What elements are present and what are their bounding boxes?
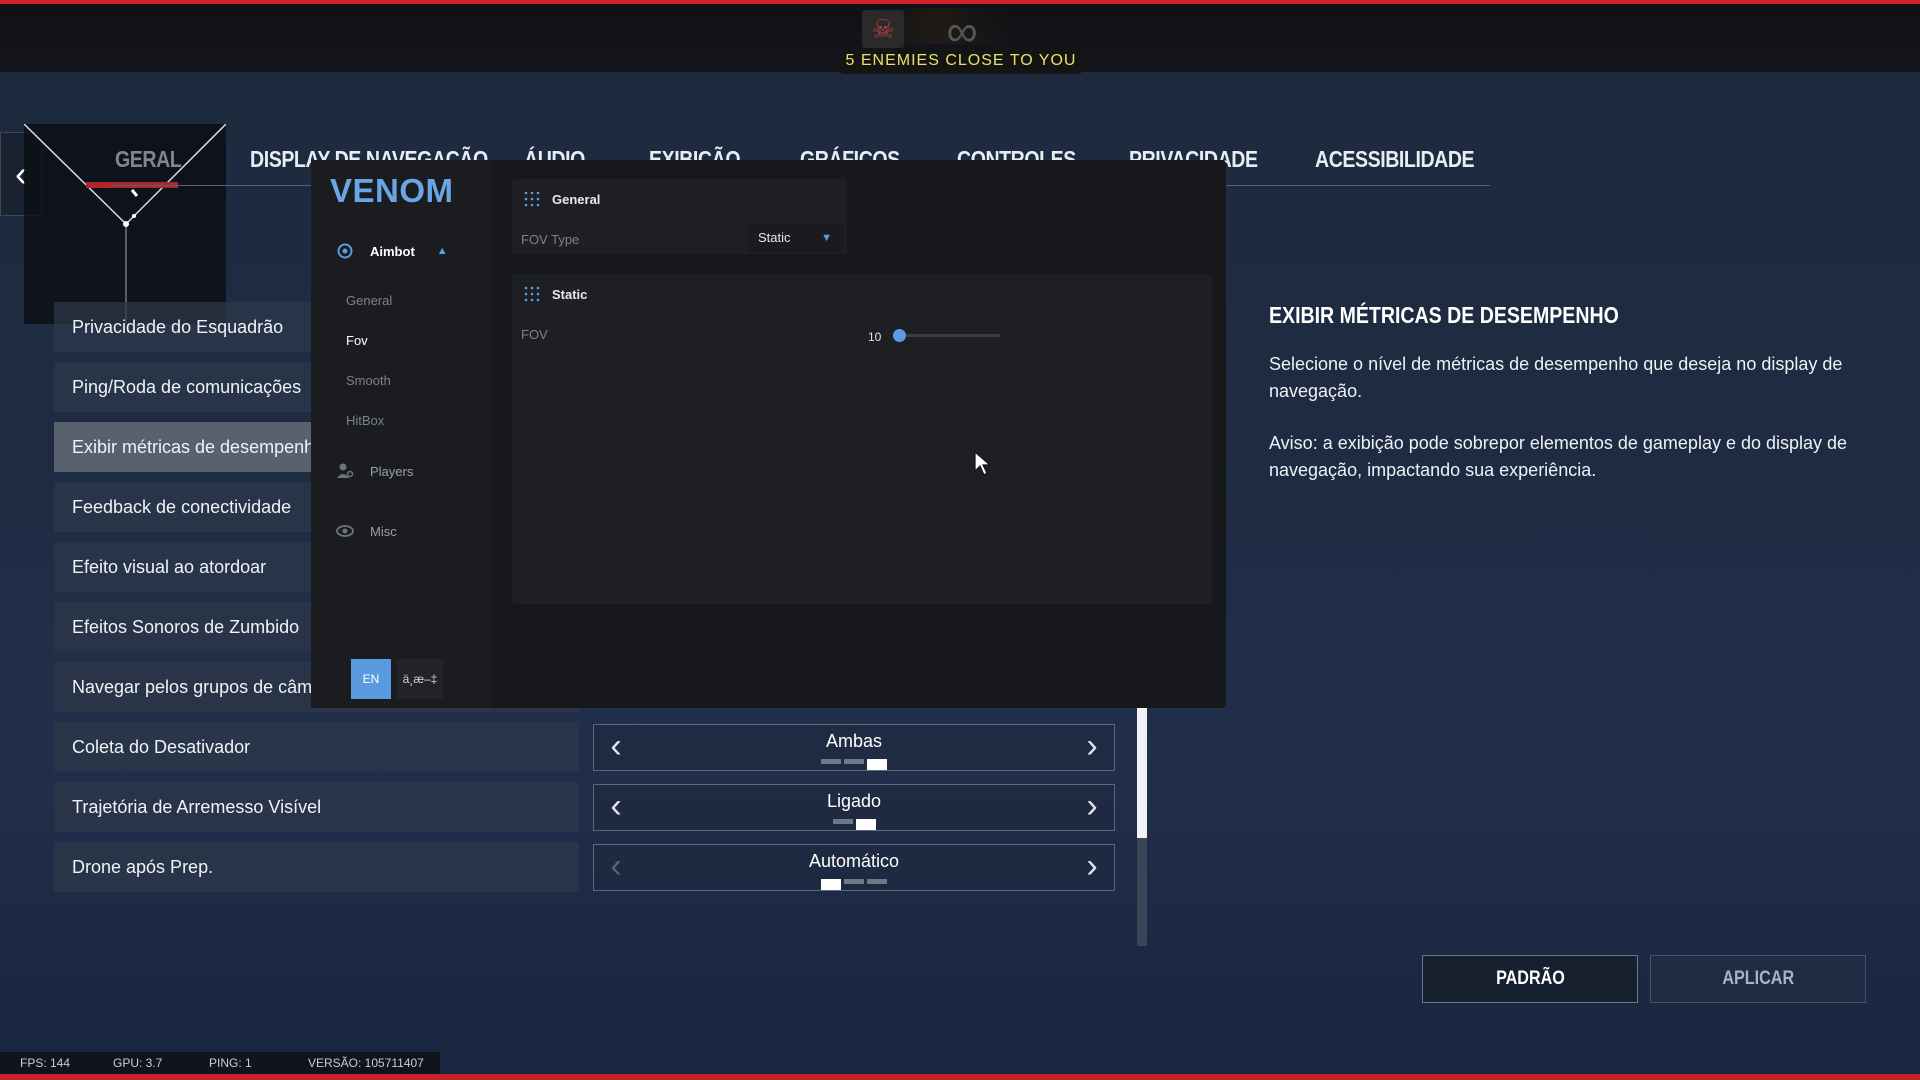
default-button[interactable]: PADRÃO bbox=[1422, 955, 1638, 1003]
chevron-right-icon[interactable]: › bbox=[1070, 845, 1114, 890]
info-description: Selecione o nível de métricas de desempe… bbox=[1269, 354, 1843, 401]
venom-sub-hitbox[interactable]: HitBox bbox=[346, 413, 384, 428]
tab-acessibilidade[interactable]: ACESSIBILIDADE bbox=[1315, 146, 1475, 173]
infinity-icon: ∞ bbox=[946, 7, 978, 56]
venom-nav-aimbot[interactable]: Aimbot ▲ bbox=[336, 242, 448, 260]
settings-scrollbar-thumb[interactable] bbox=[1137, 706, 1147, 838]
venom-logo: VENOM bbox=[330, 172, 454, 209]
target-icon bbox=[336, 242, 354, 260]
chevron-right-icon[interactable]: › bbox=[1070, 725, 1114, 770]
ping-readout: PING: 1 bbox=[209, 1056, 252, 1070]
tab-geral[interactable]: GERAL bbox=[115, 146, 182, 173]
fov-type-dropdown[interactable]: Static ▼ bbox=[748, 224, 844, 252]
venom-nav-label: Aimbot bbox=[370, 243, 415, 259]
setting-label: Drone após Prep. bbox=[54, 842, 579, 892]
venom-sidebar: VENOM Aimbot ▲ General Fov Smooth HitBox… bbox=[311, 160, 492, 708]
language-alt-button[interactable]: ä¸­æ–‡ bbox=[397, 659, 443, 699]
setting-info-panel: EXIBIR MÉTRICAS DE DESEMPENHO Selecione … bbox=[1269, 302, 1869, 484]
venom-sub-smooth[interactable]: Smooth bbox=[346, 373, 391, 388]
fov-type-label: FOV Type bbox=[521, 232, 580, 247]
setting-row[interactable]: Trajetória de Arremesso Visível ‹ Ligado… bbox=[54, 782, 1134, 832]
bottom-accent-bar bbox=[0, 1074, 1920, 1080]
mouse-cursor-icon bbox=[974, 451, 992, 476]
venom-panel-header: General bbox=[524, 191, 600, 207]
setting-label: Trajetória de Arremesso Visível bbox=[54, 782, 579, 832]
info-title: EXIBIR MÉTRICAS DE DESEMPENHO bbox=[1269, 302, 1619, 328]
venom-nav-label: Misc bbox=[370, 523, 397, 539]
eye-icon bbox=[336, 522, 354, 540]
option-dots bbox=[594, 819, 1114, 830]
option-selector: ‹ Automático › bbox=[593, 844, 1115, 891]
chevron-right-icon[interactable]: › bbox=[1070, 785, 1114, 830]
fov-label: FOV bbox=[521, 327, 548, 342]
option-value: Automático bbox=[808, 851, 900, 871]
venom-static-panel: Static FOV bbox=[512, 274, 1212, 604]
option-dots bbox=[594, 759, 1114, 770]
info-warning: Aviso: a exibição pode sobrepor elemento… bbox=[1269, 433, 1848, 480]
grip-icon bbox=[524, 286, 540, 302]
enemies-close-banner: 5 ENEMIES CLOSE TO YOU bbox=[841, 48, 1081, 74]
option-dots bbox=[594, 879, 1114, 890]
venom-panel-header: Static bbox=[524, 286, 587, 302]
version-readout: VERSÃO: 105711407 bbox=[308, 1056, 424, 1070]
caret-up-icon: ▲ bbox=[436, 245, 448, 257]
fov-slider-track[interactable] bbox=[894, 334, 1000, 337]
option-value: Ligado bbox=[826, 791, 882, 811]
caret-down-icon: ▼ bbox=[821, 232, 832, 244]
setting-row[interactable]: Drone após Prep. ‹ Automático › bbox=[54, 842, 1134, 892]
venom-nav-players[interactable]: Players bbox=[336, 462, 413, 480]
venom-nav-misc[interactable]: Misc bbox=[336, 522, 397, 540]
venom-general-panel: General FOV Type Static ▼ bbox=[512, 179, 847, 254]
option-selector: ‹ Ligado › bbox=[593, 784, 1115, 831]
performance-status-bar: FPS: 144 GPU: 3.7 PING: 1 VERSÃO: 105711… bbox=[0, 1052, 440, 1074]
venom-sub-fov[interactable]: Fov bbox=[346, 333, 368, 348]
setting-row[interactable]: Coleta do Desativador ‹ Ambas › bbox=[54, 722, 1134, 772]
venom-nav-label: Players bbox=[370, 463, 414, 479]
fps-readout: FPS: 144 bbox=[20, 1056, 71, 1070]
players-icon bbox=[336, 462, 354, 480]
grip-icon bbox=[524, 191, 540, 207]
option-value: Ambas bbox=[825, 731, 883, 751]
venom-overlay-menu: VENOM Aimbot ▲ General Fov Smooth HitBox… bbox=[311, 160, 1226, 708]
setting-label: Coleta do Desativador bbox=[54, 722, 579, 772]
gpu-readout: GPU: 3.7 bbox=[113, 1056, 163, 1070]
fov-slider-handle[interactable] bbox=[892, 329, 906, 342]
fov-slider-value: 10 bbox=[868, 330, 882, 344]
option-selector: ‹ Ambas › bbox=[593, 724, 1115, 771]
operator-portrait-icon: ☠ bbox=[862, 10, 904, 48]
language-en-button[interactable]: EN bbox=[351, 659, 391, 699]
venom-sub-general[interactable]: General bbox=[346, 293, 392, 308]
apply-button[interactable]: APLICAR bbox=[1650, 955, 1866, 1003]
